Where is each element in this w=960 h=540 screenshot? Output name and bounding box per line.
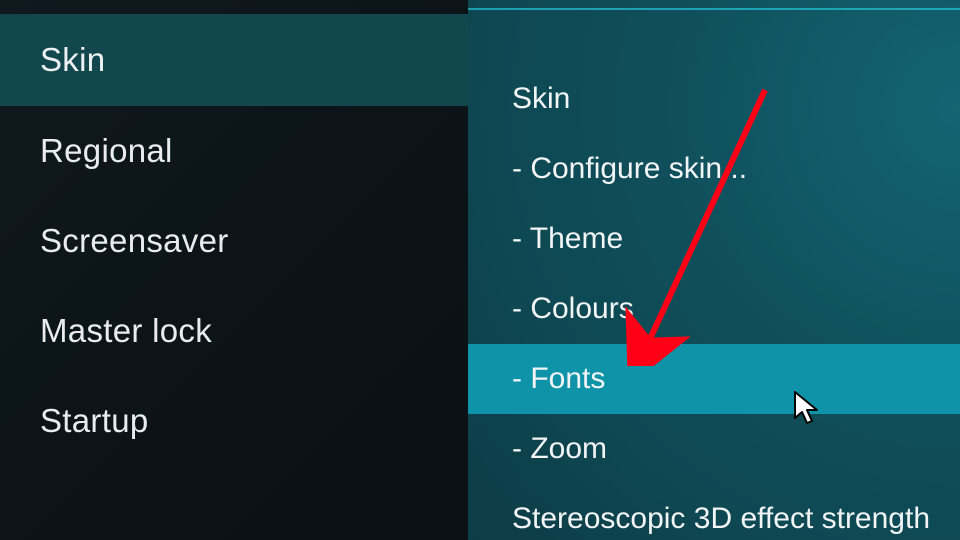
list-item-label: Skin (512, 82, 570, 116)
list-item-skin[interactable]: Skin (468, 64, 960, 134)
sidebar-item-label: Skin (40, 41, 105, 79)
list-item-fonts[interactable]: - Fonts (468, 344, 960, 414)
list-item-zoom[interactable]: - Zoom (468, 414, 960, 484)
settings-list-panel: Skin - Configure skin... - Theme - Colou… (468, 0, 960, 540)
settings-window: Skin Regional Screensaver Master lock St… (0, 0, 960, 540)
list-item-label: - Configure skin... (512, 152, 747, 186)
sidebar-item-skin[interactable]: Skin (0, 14, 468, 106)
sidebar-item-regional[interactable]: Regional (0, 106, 468, 196)
list-item-label: Stereoscopic 3D effect strength (512, 502, 930, 536)
list-item-label: - Colours (512, 292, 634, 326)
sidebar-item-startup[interactable]: Startup (0, 376, 468, 466)
list-item-label: - Fonts (512, 362, 605, 396)
sidebar-item-label: Startup (40, 402, 149, 440)
list-item-configure-skin[interactable]: - Configure skin... (468, 134, 960, 204)
settings-list: Skin - Configure skin... - Theme - Colou… (468, 0, 960, 540)
list-item-theme[interactable]: - Theme (468, 204, 960, 274)
category-sidebar: Skin Regional Screensaver Master lock St… (0, 0, 468, 540)
sidebar-item-label: Screensaver (40, 222, 229, 260)
list-item-label: - Theme (512, 222, 623, 256)
sidebar-item-master-lock[interactable]: Master lock (0, 286, 468, 376)
sidebar-item-label: Regional (40, 132, 173, 170)
list-item-stereoscopic-3d[interactable]: Stereoscopic 3D effect strength (468, 484, 960, 540)
sidebar-item-label: Master lock (40, 312, 212, 350)
list-item-colours[interactable]: - Colours (468, 274, 960, 344)
sidebar-item-screensaver[interactable]: Screensaver (0, 196, 468, 286)
list-item-label: - Zoom (512, 432, 607, 466)
